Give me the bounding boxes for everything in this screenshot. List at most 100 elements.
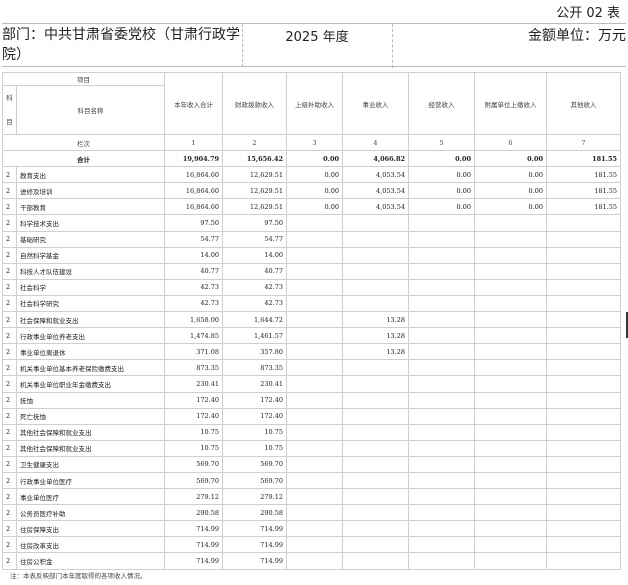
row-value [546,294,621,313]
row-value: 10.75 [164,439,223,457]
row-value: 54.77 [222,230,287,248]
row-value [408,471,475,490]
row-value [286,536,343,554]
row-value [408,520,475,538]
row-value [286,439,343,457]
table-row: 2 社会科学研究 42.73 42.73 [2,294,621,313]
row-value: 12,629.51 [222,182,287,200]
row-code: 2 [2,246,17,264]
row-value: 873.35 [222,359,287,377]
table-row: 2 住房公积金 714.99 714.99 [2,552,621,570]
row-value: 97.50 [164,214,223,232]
row-code: 2 [2,278,17,296]
row-value [546,439,621,457]
table-row: 2 科技人才队伍建设 40.77 40.77 [2,262,621,280]
row-code: 2 [2,552,17,570]
row-value [474,327,547,345]
row-value [408,246,475,264]
row-value [286,423,343,441]
row-value [546,230,621,248]
row-value: 42.73 [164,278,223,296]
row-value: 0.00 [408,182,475,200]
total-cell: 0.00 [408,150,475,168]
row-value [546,520,621,538]
row-value [342,278,409,296]
row-value: 42.73 [222,278,287,296]
row-name: 社会科学 [16,278,165,296]
row-value: 40.77 [222,262,287,280]
row-value [474,246,547,264]
table-row: 2 行政事业单位医疗 569.70 569.70 [2,471,621,490]
row-value [286,520,343,538]
row-name: 事业单位医疗 [16,488,165,506]
row-name: 基础研究 [16,230,165,248]
row-value [474,536,547,554]
table-row: 2 抚恤 172.40 172.40 [2,391,621,409]
row-value [474,311,547,329]
row-value [474,343,547,361]
income-table: 项目 本年收入合计 财政拨款收入 上级补助收入 事业收入 经营收入 附属单位上缴… [2,72,621,570]
col-header-item: 项目 [2,72,165,86]
row-value: 279.12 [164,488,223,506]
row-value [546,407,621,425]
row-value [408,294,475,313]
row-value [408,327,475,345]
row-code: 2 [2,262,17,280]
row-value: 14.00 [222,246,287,264]
row-value [342,262,409,280]
row-name: 自然科学基金 [16,246,165,264]
row-code: 2 [2,311,17,329]
row-value [474,471,547,490]
row-value: 181.55 [546,182,621,200]
row-value: 0.00 [474,198,547,216]
row-value [474,520,547,538]
col-header-operation: 经营收入 [408,72,475,135]
row-value [286,230,343,248]
row-value [546,311,621,329]
row-value [408,262,475,280]
row-value: 172.40 [222,391,287,409]
row-value [546,343,621,361]
form-code: 公开 02 表 [556,6,620,21]
row-value: 714.99 [164,520,223,538]
row-value [286,455,343,473]
row-name: 住房改革支出 [16,536,165,554]
row-value [474,294,547,313]
row-value: 172.40 [164,407,223,425]
row-value [474,407,547,425]
col-header-affiliated: 附属单位上缴收入 [474,72,547,135]
row-value: 230.41 [164,375,223,393]
row-value [474,359,547,377]
row-name: 科技人才队伍建设 [16,262,165,280]
row-code: 2 [2,407,17,425]
table-row: 2 社会保障和就业支出 1,658.00 1,644.72 13.28 [2,311,621,329]
row-value: 54.77 [164,230,223,248]
row-value [286,407,343,425]
table-row: 2 卫生健康支出 569.70 569.70 [2,455,621,473]
index-number: 2 [222,133,287,152]
row-code: 2 [2,455,17,473]
row-value [342,246,409,264]
row-value: 97.50 [222,214,287,232]
row-value [474,391,547,409]
row-value [546,504,621,522]
row-value [474,455,547,473]
row-code: 2 [2,198,17,216]
table-row: 2 机关事业单位职业年金缴费支出 230.41 230.41 [2,375,621,393]
row-code: 2 [2,343,17,361]
row-value: 12,629.51 [222,198,287,216]
row-value [546,214,621,232]
row-value: 0.00 [474,182,547,200]
row-value [342,407,409,425]
row-value [342,214,409,232]
row-value: 16,864.60 [164,198,223,216]
row-name: 死亡抚恤 [16,407,165,425]
row-value: 16,864.60 [164,166,223,184]
row-value: 10.75 [222,439,287,457]
row-value [408,488,475,506]
col-header-superior: 上级补助收入 [286,72,343,135]
total-cell: 181.55 [546,150,621,168]
table-row: 2 科学技术支出 97.50 97.50 [2,214,621,232]
row-value: 0.00 [474,166,547,184]
row-value [546,455,621,473]
